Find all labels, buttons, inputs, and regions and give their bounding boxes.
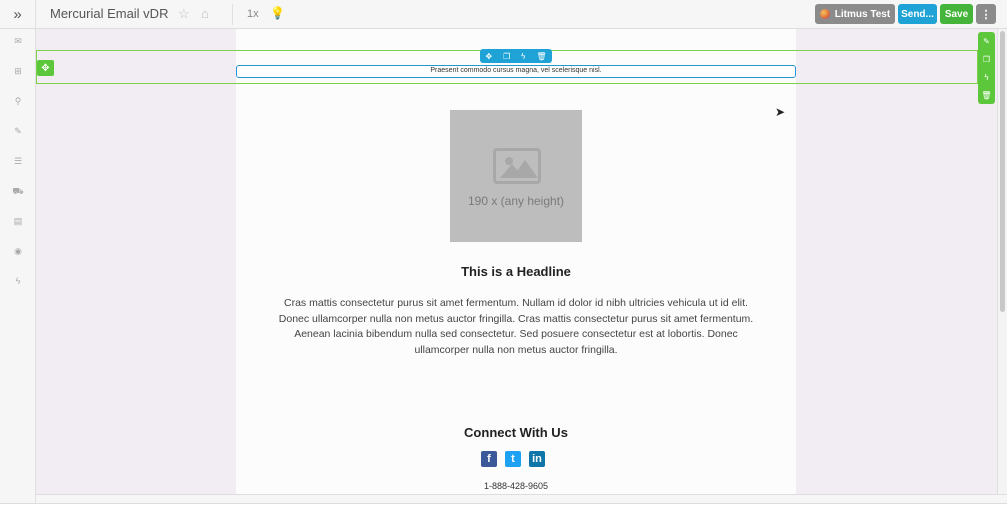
image-icon — [493, 148, 541, 184]
edit-icon[interactable]: ✎ — [983, 37, 990, 46]
rss-icon[interactable]: ☰ — [0, 156, 36, 167]
zoom-level[interactable]: 1x — [247, 8, 259, 20]
copy-row-icon[interactable]: ❐ — [983, 55, 990, 64]
save-button[interactable]: Save — [940, 4, 973, 24]
twitter-icon[interactable]: t — [505, 451, 521, 467]
social-icons: f t in — [481, 451, 545, 467]
litmus-test-label: Litmus Test — [834, 8, 891, 20]
paperclip-icon[interactable]: ⚲ — [0, 96, 36, 107]
lightbulb-icon[interactable]: 💡 — [270, 6, 285, 20]
row-side-toolbar: ✎ ❐ ϟ 🗑 — [978, 32, 995, 104]
facebook-icon[interactable]: f — [481, 451, 497, 467]
phone-number[interactable]: 1-888-428-9605 — [236, 481, 796, 491]
image-placeholder[interactable]: 190 x (any height) — [450, 110, 582, 242]
bolt-icon[interactable]: ϟ — [0, 276, 36, 286]
expand-sidebar-icon[interactable]: » — [0, 0, 36, 29]
block-toolbar: ✥ ❐ ϟ 🗑 — [480, 49, 552, 63]
document-icon[interactable]: ▤ — [0, 216, 36, 227]
email-canvas: 190 x (any height) This is a Headline Cr… — [36, 29, 997, 494]
litmus-logo-icon — [819, 9, 830, 19]
brush-icon[interactable]: ✎ — [0, 126, 36, 137]
send-button[interactable]: Send... — [898, 4, 937, 24]
email-body: 190 x (any height) This is a Headline Cr… — [236, 29, 796, 494]
body-paragraph[interactable]: Cras mattis consectetur purus sit amet f… — [278, 296, 754, 358]
litmus-test-button[interactable]: Litmus Test — [815, 4, 895, 24]
top-toolbar: » Mercurial Email vDR ☆ ⌂ 1x 💡 Litmus Te… — [0, 0, 1007, 29]
copy-block-icon[interactable]: ❐ — [503, 52, 510, 61]
headline[interactable]: This is a Headline — [236, 264, 796, 279]
document-title[interactable]: Mercurial Email vDR — [50, 6, 168, 21]
more-options-icon[interactable]: ⋮ — [976, 4, 996, 24]
bolt-row-icon[interactable]: ϟ — [984, 73, 988, 82]
move-icon[interactable]: ✥ — [37, 60, 54, 76]
linkedin-icon[interactable]: in — [529, 451, 545, 467]
eye-icon[interactable]: ◉ — [0, 246, 36, 257]
preheader-text[interactable]: Praesent commodo cursus magna, vel scele… — [236, 65, 796, 78]
left-sidebar: ✉ ⊞ ⚲ ✎ ☰ ⛟ ▤ ◉ ϟ — [0, 29, 36, 503]
cart-icon[interactable]: ⛟ — [0, 186, 36, 198]
scroll-thumb[interactable] — [1000, 31, 1005, 312]
email-editor-app: » Mercurial Email vDR ☆ ⌂ 1x 💡 Litmus Te… — [0, 0, 1007, 518]
delete-block-icon[interactable]: 🗑 — [536, 52, 546, 61]
layout-icon[interactable]: ⊞ — [0, 66, 36, 77]
bolt-block-icon[interactable]: ϟ — [521, 52, 525, 61]
toolbar-divider — [232, 4, 233, 25]
move-block-icon[interactable]: ✥ — [485, 52, 492, 61]
status-bar — [0, 503, 1007, 518]
email-icon[interactable]: ✉ — [0, 36, 36, 47]
tag-icon[interactable]: ⌂ — [201, 6, 209, 21]
connect-heading[interactable]: Connect With Us — [236, 425, 796, 440]
star-icon[interactable]: ☆ — [178, 6, 190, 22]
vertical-scrollbar[interactable] — [997, 29, 1007, 494]
image-placeholder-label: 190 x (any height) — [467, 194, 565, 208]
delete-row-icon[interactable]: 🗑 — [981, 91, 991, 100]
horizontal-scrollbar[interactable] — [36, 494, 1007, 503]
